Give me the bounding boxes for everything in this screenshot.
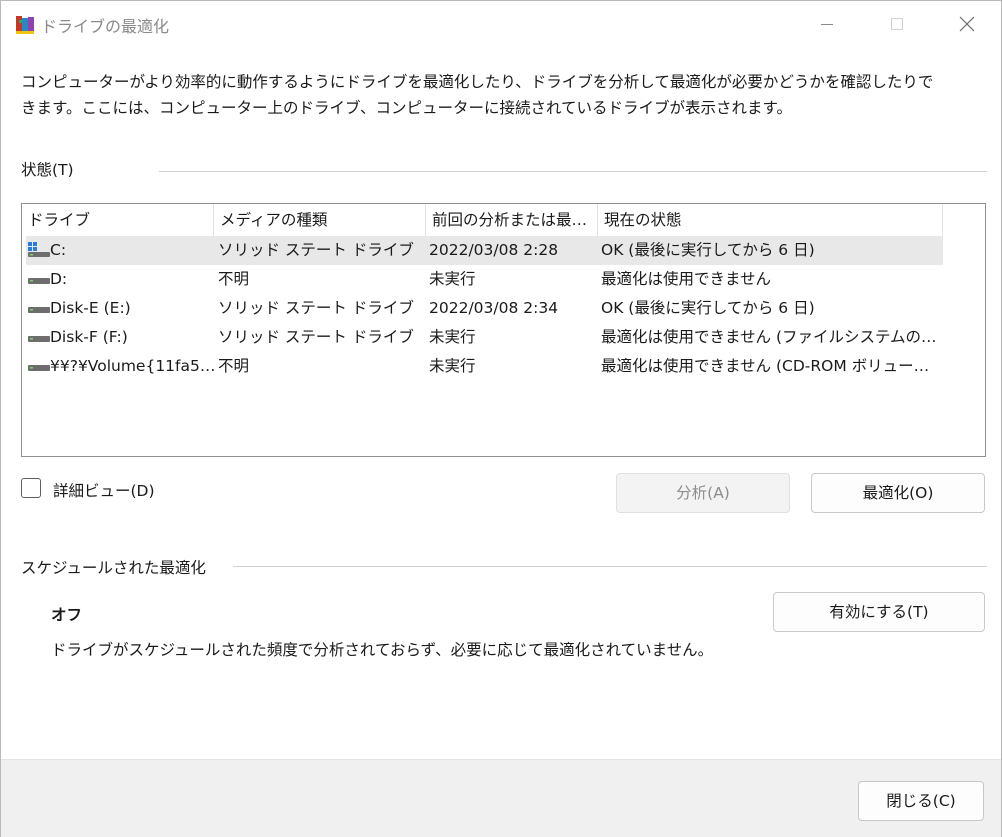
system-drive-icon <box>28 242 50 258</box>
drive-icon <box>28 358 50 374</box>
column-header-current-status[interactable]: 現在の状態 <box>598 204 943 236</box>
drive-name: Disk-E (E:) <box>50 299 131 317</box>
current-status: OK (最後に実行してから 6 日) <box>601 241 815 259</box>
media-type: ソリッド ステート ドライブ <box>218 241 414 259</box>
drive-list[interactable]: ドライブ メディアの種類 前回の分析または最… 現在の状態 C: ソリッド ステ… <box>21 203 986 457</box>
current-status: 最適化は使用できません <box>601 270 772 288</box>
media-type: ソリッド ステート ドライブ <box>218 328 414 346</box>
close-window-button[interactable] <box>932 1 1002 47</box>
drive-row[interactable]: C: ソリッド ステート ドライブ 2022/03/08 2:28 OK (最後… <box>26 236 943 265</box>
analyze-button[interactable]: 分析(A) <box>616 473 790 513</box>
current-status: OK (最後に実行してから 6 日) <box>601 299 815 317</box>
schedule-section-label: スケジュールされた最適化 <box>21 559 206 577</box>
schedule-state: オフ <box>51 606 83 624</box>
window-title: ドライブの最適化 <box>41 17 170 36</box>
close-icon <box>959 16 975 32</box>
drive-row[interactable]: ¥¥?¥Volume{11fa5… 不明 未実行 最適化は使用できません (CD… <box>26 352 943 381</box>
last-analyzed: 2022/03/08 2:34 <box>429 299 559 317</box>
description-text: コンピューターがより効率的に動作するようにドライブを最適化したり、ドライブを分析… <box>21 73 934 117</box>
column-header-media-type[interactable]: メディアの種類 <box>214 204 426 236</box>
maximize-icon <box>891 18 903 30</box>
status-section-label: 状態(T) <box>21 161 74 179</box>
current-status: 最適化は使用できません (ファイルシステムの… <box>601 328 937 346</box>
media-type: ソリッド ステート ドライブ <box>218 299 414 317</box>
column-header-last-analyzed[interactable]: 前回の分析または最… <box>426 204 598 236</box>
defrag-app-icon <box>14 14 36 36</box>
drive-icon <box>28 329 50 345</box>
column-header-drive[interactable]: ドライブ <box>22 204 214 236</box>
last-analyzed: 未実行 <box>429 328 476 346</box>
drive-name: ¥¥?¥Volume{11fa5… <box>50 357 214 375</box>
media-type: 不明 <box>218 357 250 375</box>
drive-row[interactable]: Disk-F (F:) ソリッド ステート ドライブ 未実行 最適化は使用できま… <box>26 323 943 352</box>
drive-row[interactable]: D: 不明 未実行 最適化は使用できません <box>26 265 943 294</box>
optimize-button[interactable]: 最適化(O) <box>811 473 985 513</box>
minimize-button[interactable] <box>792 1 862 47</box>
current-status: 最適化は使用できません (CD-ROM ボリュー… <box>601 357 930 375</box>
dialog-footer: 閉じる(C) <box>1 759 1001 837</box>
drive-list-header: ドライブ メディアの種類 前回の分析または最… 現在の状態 <box>22 204 943 236</box>
optimize-drives-window: ドライブの最適化 コンピューターがより効率的に動作するようにドライブを最適化した… <box>0 0 1002 837</box>
detail-view-checkbox[interactable] <box>21 478 41 498</box>
last-analyzed: 未実行 <box>429 270 476 288</box>
maximize-button[interactable] <box>862 1 932 47</box>
drive-name: C: <box>50 241 67 259</box>
schedule-divider <box>233 566 987 567</box>
close-button[interactable]: 閉じる(C) <box>858 781 984 821</box>
drive-row[interactable]: Disk-E (E:) ソリッド ステート ドライブ 2022/03/08 2:… <box>26 294 943 323</box>
drive-name: D: <box>50 270 68 288</box>
minimize-icon <box>821 24 833 25</box>
title-bar: ドライブの最適化 <box>1 1 1001 47</box>
drive-name: Disk-F (F:) <box>50 328 128 346</box>
enable-schedule-button[interactable]: 有効にする(T) <box>773 592 985 632</box>
status-divider <box>159 171 987 172</box>
last-analyzed: 2022/03/08 2:28 <box>429 241 559 259</box>
schedule-description: ドライブがスケジュールされた頻度で分析されておらず、必要に応じて最適化されていま… <box>51 641 714 659</box>
detail-view-label[interactable]: 詳細ビュー(D) <box>53 479 155 501</box>
drive-icon <box>28 300 50 316</box>
last-analyzed: 未実行 <box>429 357 476 375</box>
media-type: 不明 <box>218 270 250 288</box>
drive-icon <box>28 271 50 287</box>
